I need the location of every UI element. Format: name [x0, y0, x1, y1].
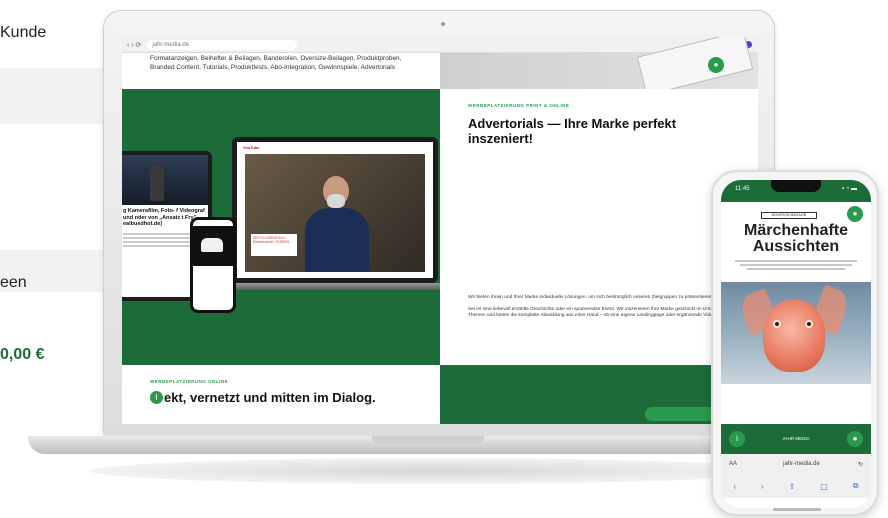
phone-toolbar: ‹ › ⇪ ▢ ⧉ [721, 474, 871, 498]
phone-url[interactable]: jahr-media.de [745, 461, 858, 467]
teaser-line [735, 260, 857, 262]
tablet-photo [122, 155, 208, 205]
advertorial-heading-group: WERBEPLATZIERUNG PRINT & ONLINE Advertor… [440, 89, 758, 146]
phone-chat-button-2[interactable]: ● [847, 431, 863, 447]
presenter-beard [327, 194, 345, 208]
presenter-body [305, 208, 369, 272]
back-icon[interactable]: ‹ [733, 482, 736, 491]
nav-icons[interactable]: ‹ › ⟳ [127, 41, 141, 49]
tablet-figure [150, 165, 164, 201]
teaser-line [747, 268, 845, 270]
phone-mockup: 11:45 ▪ ◔ ▬ ● NOVATION MAGAZIN Märchenha… [711, 170, 879, 516]
teaser-line [739, 264, 853, 266]
forward-icon[interactable]: › [761, 482, 764, 491]
reader-icon[interactable]: AA [729, 461, 745, 467]
laptop-shadow [90, 458, 780, 484]
fish-body [763, 300, 825, 372]
product-mockup-stage: Kunde een 0,00 € ‹ › ⟳ jahr-media.de For… [0, 0, 888, 518]
article-category-chip: NOVATION MAGAZIN [761, 212, 817, 219]
headline-line-1: Märchenhafte [743, 222, 849, 239]
video-frame[interactable]: DER FLOSSENKOCH Rübenwurzeln · EUROPA [245, 154, 425, 272]
advertorial-title: Advertorials — Ihre Marke perfekt inszen… [468, 116, 677, 146]
price-label: 0,00 € [0, 346, 45, 363]
grey-band [0, 68, 110, 124]
laptop-notch [372, 436, 484, 444]
advertorial-overline: WERBEPLATZIERUNG PRINT & ONLINE [468, 103, 570, 108]
video-overlay-card: DER FLOSSENKOCH Rübenwurzeln · EUROPA [251, 234, 297, 256]
laptop-screen: ‹ › ⟳ jahr-media.de Formatanzeigen, Beih… [122, 37, 758, 424]
format-list-text: Formatanzeigen, Beihefter & Beilagen, Ba… [122, 53, 440, 89]
phone-article: ● NOVATION MAGAZIN Märchenhafte Aussicht… [721, 202, 871, 424]
horse-photo [193, 226, 233, 266]
horse-shape [201, 238, 223, 252]
phone-signal-icons: ▪ ◔ ▬ [841, 186, 857, 192]
article-teaser-lines [735, 260, 857, 272]
reload-icon[interactable]: ↻ [858, 461, 863, 468]
een-label: een [0, 274, 27, 291]
dialog-title: ekt, vernetzt und mitten im Dialog. [164, 390, 376, 405]
devices-green-panel: g Kamerafilm, Foto- f Videograf und nder… [122, 89, 448, 365]
fish-eye-right [805, 320, 813, 328]
bookmarks-icon[interactable]: ▢ [820, 482, 828, 491]
inner-phone-screen [193, 220, 233, 310]
dialog-title-row: i ekt, vernetzt und mitten im Dialog. [150, 390, 412, 405]
home-indicator [773, 508, 821, 511]
dialog-overline: WERBEPLATZIERUNG ONLINE [150, 379, 229, 384]
youtube-logo: YouTube [243, 145, 260, 150]
phone-notch [771, 180, 821, 192]
inner-laptop-base [222, 283, 448, 290]
fish-eye-left [773, 320, 781, 328]
article-headline: Märchenhafte Aussichten [721, 223, 871, 255]
inner-phone-mockup [190, 217, 236, 313]
address-bar[interactable]: jahr-media.de [147, 39, 298, 50]
phone-address-bar[interactable]: AA jahr-media.de ↻ [721, 454, 871, 474]
inner-laptop-mockup: YouTube DER FLOSSENKOCH Rübenwurzeln · E… [232, 137, 438, 283]
kunde-label: Kunde [0, 24, 47, 41]
advertorial-paragraph-2: Sei es eine liebevoll erzählte Geschicht… [468, 306, 748, 319]
chat-button[interactable]: ● [708, 57, 724, 73]
inner-laptop-screen: YouTube DER FLOSSENKOCH Rübenwurzeln · E… [237, 142, 433, 278]
dialog-section: WERBEPLATZIERUNG ONLINE i ekt, vernetzt … [122, 365, 440, 424]
phone-chat-button[interactable]: ● [847, 206, 863, 222]
advertorial-body: Wir bieten Ihnen und Ihrer Marke individ… [468, 295, 750, 320]
share-icon[interactable]: ⇪ [789, 482, 796, 491]
laptop-camera [441, 22, 445, 26]
phone-screen: 11:45 ▪ ◔ ▬ ● NOVATION MAGAZIN Märchenha… [721, 180, 871, 508]
phone-footer-bar: i JAHR MEDIA ● [721, 424, 871, 454]
fish-photo [721, 282, 871, 384]
tabs-icon[interactable]: ⧉ [853, 481, 859, 491]
info-icon: i [150, 391, 163, 404]
phone-time: 11:45 [735, 186, 750, 192]
headline-line-2: Aussichten [752, 238, 840, 255]
advertorial-paragraph-1: Wir bieten Ihnen und Ihrer Marke individ… [468, 295, 713, 300]
